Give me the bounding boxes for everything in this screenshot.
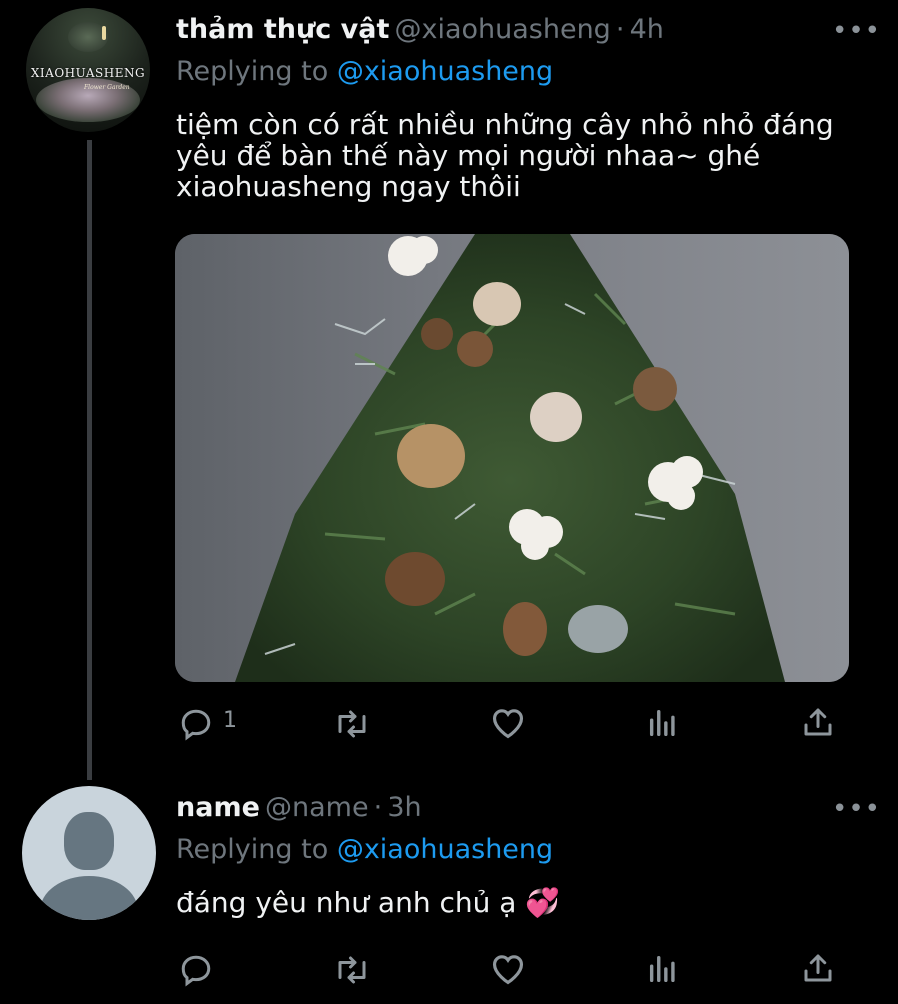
display-name[interactable]: name [176, 792, 260, 823]
avatar[interactable]: XIAOHUASHENG Flower Garden [26, 8, 150, 132]
avatar-candle [102, 26, 106, 40]
timestamp[interactable]: 4h [630, 14, 664, 45]
tweet-text-line: yêu để bàn thế này mọi người nhaa~ ghé [176, 139, 761, 172]
more-options-icon[interactable]: ••• [832, 794, 881, 824]
display-name[interactable]: thảm thực vật [176, 14, 389, 45]
heart-emoji-icon: 💞 [525, 886, 561, 919]
tweet-text-line: xiaohuasheng ngay thôii [176, 170, 521, 203]
heart-icon [492, 955, 524, 985]
retweet-icon [338, 710, 366, 738]
retweet-button[interactable] [332, 952, 372, 992]
thread-line [87, 140, 92, 780]
reply-icon [181, 955, 211, 987]
analytics-icon [649, 955, 675, 983]
mention-link[interactable]: @xiaohuasheng [337, 56, 553, 87]
replying-to-label: Replying to [176, 56, 329, 87]
share-icon [804, 954, 832, 982]
more-options-icon[interactable]: ••• [832, 16, 881, 46]
default-avatar-body [40, 876, 138, 920]
separator-dot: · [615, 14, 625, 45]
reply-button[interactable] [178, 952, 214, 992]
analytics-button[interactable] [646, 952, 680, 990]
tweet-text-body: đáng yêu như anh chủ ạ [176, 886, 517, 919]
timestamp[interactable]: 3h [387, 792, 421, 823]
share-button[interactable] [800, 704, 836, 744]
tweet-header: thảm thực vật @xiaohuasheng · 4h [176, 14, 664, 45]
christmas-tree-image [175, 234, 849, 682]
share-icon [804, 708, 832, 736]
replying-to-label: Replying to [176, 834, 329, 865]
retweet-button[interactable] [332, 706, 372, 746]
user-handle[interactable]: @name [265, 792, 369, 823]
heart-icon [492, 709, 524, 739]
tweet-text: đáng yêu như anh chủ ạ 💞 [176, 887, 560, 918]
retweet-icon [338, 956, 366, 984]
replying-to: Replying to @xiaohuasheng [176, 56, 553, 87]
replying-to: Replying to @xiaohuasheng [176, 834, 553, 865]
analytics-button[interactable] [646, 706, 680, 744]
default-avatar-head [64, 812, 114, 870]
like-button[interactable] [489, 950, 527, 992]
avatar-script-text: Flower Garden [84, 84, 130, 91]
separator-dot: · [373, 792, 383, 823]
reply-count: 1 [223, 708, 237, 733]
tweet-text: tiệm còn có rất nhiều những cây nhỏ nhỏ … [176, 109, 866, 202]
reply-icon [181, 709, 211, 741]
mention-link[interactable]: @xiaohuasheng [337, 834, 553, 865]
tweet-photo[interactable] [175, 234, 849, 682]
tweet-header: name @name · 3h [176, 792, 422, 823]
reply-button[interactable] [178, 706, 214, 746]
avatar-brand-text: XIAOHUASHENG [30, 66, 146, 80]
avatar[interactable] [22, 786, 156, 920]
like-button[interactable] [489, 704, 527, 746]
user-handle[interactable]: @xiaohuasheng [394, 14, 610, 45]
tweet-text-line: tiệm còn có rất nhiều những cây nhỏ nhỏ … [176, 108, 834, 141]
share-button[interactable] [800, 950, 836, 990]
analytics-icon [649, 709, 675, 737]
